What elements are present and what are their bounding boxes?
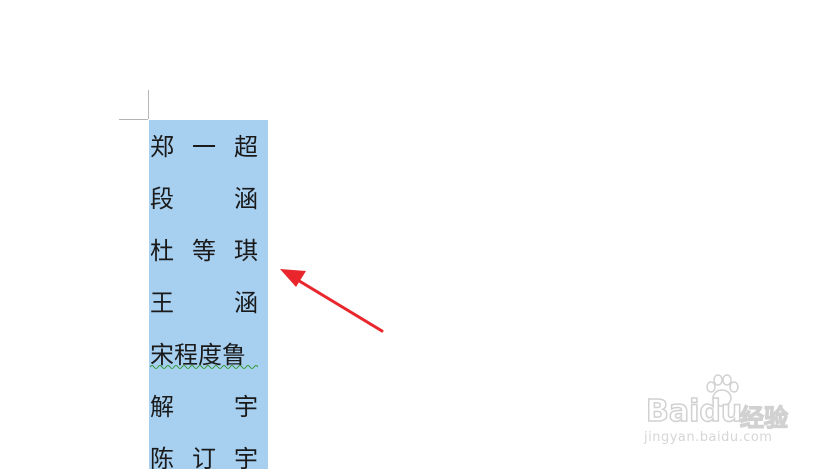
text-char: 宇 xyxy=(234,393,258,421)
baidu-watermark: Baidu 经验 jingyan.baidu.com xyxy=(640,372,800,452)
text-char: 陈 xyxy=(150,445,174,469)
margin-corner-mark-vertical xyxy=(148,90,149,119)
text-char: 王 xyxy=(150,289,174,317)
text-line-6[interactable]: 解 宇 xyxy=(150,392,258,422)
text-char: 等 xyxy=(192,237,216,265)
text-line-7[interactable]: 陈 订 宇 xyxy=(150,444,258,469)
watermark-product: 经验 xyxy=(739,403,788,432)
text-char: 杜 xyxy=(150,237,174,265)
text-char: 订 xyxy=(192,445,216,469)
text-char: 涵 xyxy=(234,289,258,317)
text-char: 郑 xyxy=(150,133,174,161)
text-line-3[interactable]: 杜 等 琪 xyxy=(150,236,258,266)
text-char: 琪 xyxy=(234,237,258,265)
spellcheck-underline xyxy=(150,365,258,369)
document-page: 郑 一 超 段 涵 杜 等 琪 王 涵 宋程度鲁 解 宇 陈 订 宇 Baidu… xyxy=(0,0,839,469)
text-line-1[interactable]: 郑 一 超 xyxy=(150,132,258,162)
text-char: 段 xyxy=(150,185,174,213)
text-char: 超 xyxy=(234,133,258,161)
text-char: 涵 xyxy=(234,185,258,213)
watermark-brand: Baidu xyxy=(645,393,743,430)
watermark-url: jingyan.baidu.com xyxy=(644,430,773,445)
text-line-4[interactable]: 王 涵 xyxy=(150,288,258,318)
text-char: 一 xyxy=(192,133,216,161)
margin-corner-mark-horizontal xyxy=(119,119,148,120)
text-line-2[interactable]: 段 涵 xyxy=(150,184,258,214)
text-char: 宇 xyxy=(234,445,258,469)
red-arrow-icon xyxy=(280,269,384,333)
text-char: 解 xyxy=(150,393,174,421)
